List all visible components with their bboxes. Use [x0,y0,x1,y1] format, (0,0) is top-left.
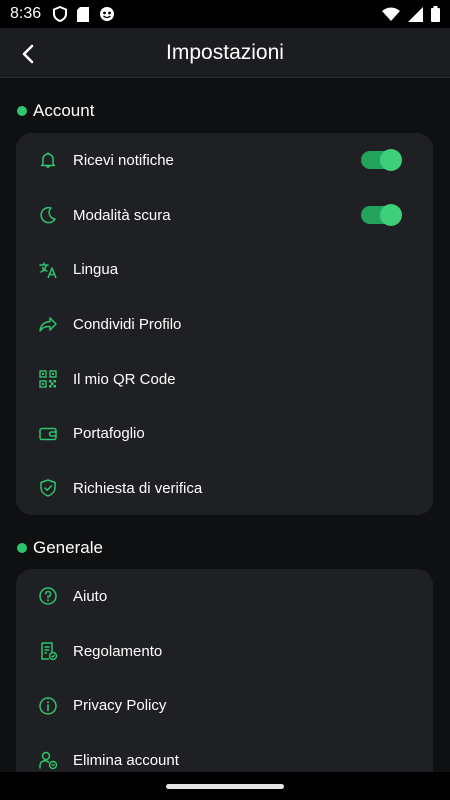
settings-item-label: Aiuto [73,587,108,605]
notifications-toggle[interactable] [361,149,402,172]
settings-item-label: Elimina account [73,751,179,769]
section-title-label: Account [33,101,95,120]
settings-item-label: Regolamento [73,642,163,660]
back-arrow-icon [22,44,34,64]
settings-item-label: Privacy Policy [73,697,167,715]
settings-item-label: Condividi Profilo [73,315,182,333]
section-title-label: Generale [33,538,103,557]
section-dot-icon [17,106,27,116]
home-gesture-handle[interactable] [166,783,284,789]
settings-item-notifications[interactable]: Ricevi notifiche [16,133,433,188]
signal-icon [408,6,423,22]
system-navigation-bar [0,772,450,800]
app-notification-icon [100,7,115,21]
settings-item-label: Richiesta di verifica [73,479,203,497]
settings-item-label: Portafoglio [73,425,145,443]
bell-icon [37,149,59,171]
wifi-icon [382,7,400,21]
settings-item-label: Modalità scura [73,206,171,224]
dark-mode-toggle[interactable] [361,204,402,227]
settings-item-label: Lingua [73,261,119,279]
app-header: Impostazioni [0,28,450,78]
settings-item-share-profile[interactable]: Condividi Profilo [16,297,433,352]
settings-item-help[interactable]: Aiuto [16,569,433,624]
status-bar: 8:36 [0,0,450,28]
general-settings-card: Aiuto Regolamento Privacy Policy Elimina… [16,569,433,789]
settings-item-privacy-policy[interactable]: Privacy Policy [16,678,433,733]
settings-item-label: Ricevi notifiche [73,151,174,169]
back-button[interactable] [14,40,42,68]
settings-item-rules[interactable]: Regolamento [16,624,433,679]
section-title-general: Generale [17,538,103,558]
qr-code-icon [37,368,59,390]
settings-item-wallet[interactable]: Portafoglio [16,406,433,461]
status-time: 8:36 [10,5,42,22]
section-title-account: Account [17,101,94,121]
shield-check-icon [37,477,59,499]
account-settings-card: Ricevi notifiche Modalità scura Lingua C… [16,133,433,515]
delete-user-icon [37,749,59,771]
settings-item-dark-mode[interactable]: Modalità scura [16,188,433,243]
section-dot-icon [17,543,27,553]
battery-icon [431,6,440,22]
settings-item-label: Il mio QR Code [73,370,176,388]
help-icon [37,585,59,607]
moon-icon [37,204,59,226]
translate-icon [37,259,59,281]
settings-item-language[interactable]: Lingua [16,242,433,297]
sd-card-icon [77,6,90,22]
rules-document-icon [37,640,59,662]
page-title: Impostazioni [166,40,284,64]
wallet-icon [37,423,59,445]
settings-item-qr-code[interactable]: Il mio QR Code [16,352,433,407]
info-icon [37,695,59,717]
shield-status-icon [53,6,68,22]
share-icon [37,313,59,335]
settings-item-verification-request[interactable]: Richiesta di verifica [16,461,433,516]
